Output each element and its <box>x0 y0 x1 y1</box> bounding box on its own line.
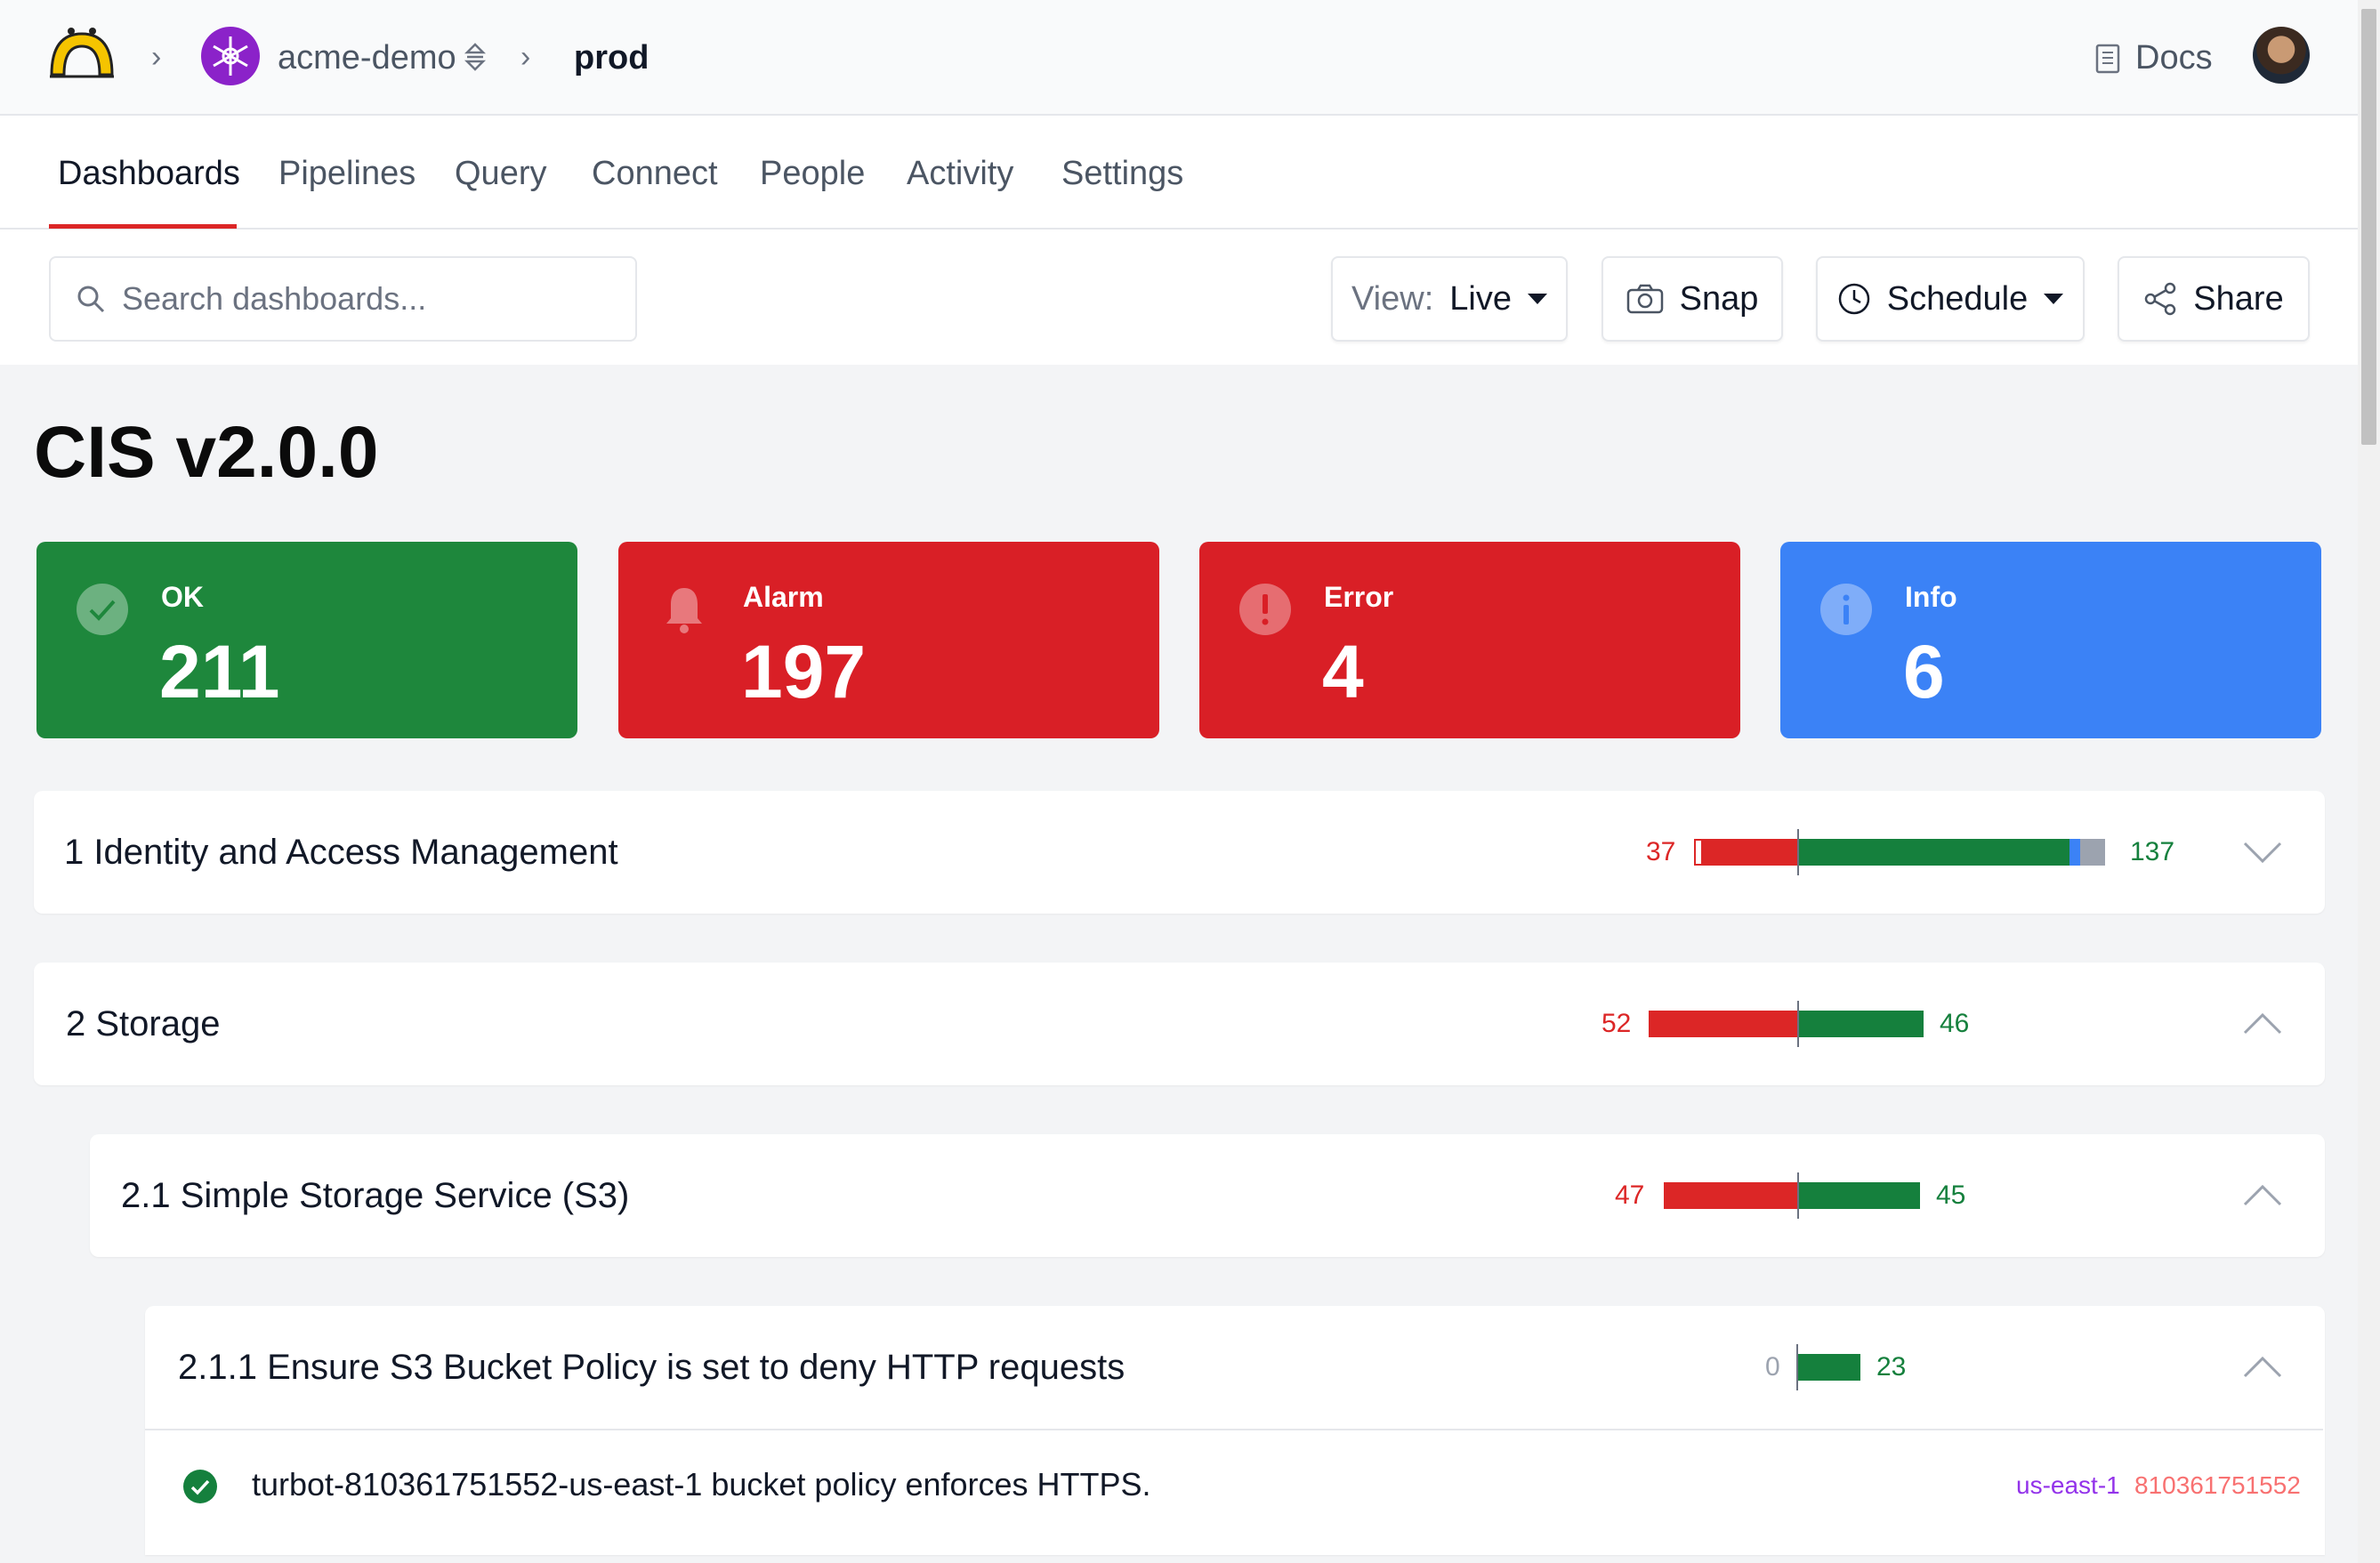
bell-icon <box>666 588 702 633</box>
alarm-count: 0 <box>1765 1352 1780 1382</box>
ok-count: 211 <box>159 630 280 713</box>
tab-people[interactable]: People <box>760 155 865 193</box>
ok-label: OK <box>161 581 204 613</box>
workspace-name[interactable]: prod <box>574 39 649 77</box>
check-circle-icon <box>183 1470 217 1503</box>
org-avatar[interactable] <box>201 27 260 85</box>
schedule-label: Schedule <box>1886 279 2029 318</box>
info-label: Info <box>1905 581 1957 613</box>
search-input[interactable] <box>122 280 620 318</box>
alarm-bar <box>1703 839 1797 866</box>
alarm-bar <box>1649 1011 1797 1037</box>
alarm-count: 37 <box>1646 837 1676 866</box>
tab-query[interactable]: Query <box>455 155 546 193</box>
ok-bar <box>1799 1011 1924 1037</box>
error-bar <box>1694 839 1703 866</box>
benchmark-row-1[interactable]: 1 Identity and Access Management 37 137 <box>34 791 2325 914</box>
logo-icon[interactable] <box>46 25 117 82</box>
alarm-bar <box>1664 1182 1797 1209</box>
snowflake-icon <box>213 36 248 76</box>
row-title: 2.1 Simple Storage Service (S3) <box>121 1176 630 1215</box>
search-icon <box>77 286 105 313</box>
region-dimension: us-east-1 <box>2016 1471 2120 1499</box>
tab-activity[interactable]: Activity <box>907 155 1013 193</box>
view-dropdown[interactable]: View: Live <box>1331 256 1568 342</box>
ok-count: 23 <box>1876 1352 1907 1382</box>
top-bar: › acme-demo › prod Docs <box>0 0 2358 116</box>
skip-bar <box>2080 839 2105 866</box>
info-bar <box>2069 839 2080 866</box>
row-title: 1 Identity and Access Management <box>64 833 618 872</box>
schedule-dropdown[interactable]: Schedule <box>1816 256 2085 342</box>
ok-bar <box>1799 1182 1920 1209</box>
error-summary-card[interactable]: Error 4 <box>1199 542 1740 738</box>
error-label: Error <box>1324 581 1394 613</box>
share-label: Share <box>2193 279 2284 318</box>
account-dimension: 810361751552 <box>2134 1471 2301 1499</box>
alarm-count: 47 <box>1615 1180 1645 1210</box>
toolbar: View: Live Snap Schedule <box>0 230 2358 365</box>
page-title: CIS v2.0.0 <box>34 412 379 493</box>
benchmark-row-2-1[interactable]: 2.1 Simple Storage Service (S3) 47 45 <box>90 1134 2325 1257</box>
chevron-down-icon[interactable] <box>2243 841 2282 864</box>
docs-link[interactable]: Docs <box>2094 39 2213 77</box>
info-count: 6 <box>1903 630 1945 713</box>
active-tab-indicator <box>49 224 237 229</box>
error-count: 4 <box>1322 630 1364 713</box>
chevron-right-icon: › <box>520 40 531 74</box>
ok-summary-card[interactable]: OK 211 <box>36 542 577 738</box>
snap-label: Snap <box>1679 279 1759 318</box>
ok-count: 45 <box>1936 1180 1966 1210</box>
vertical-scrollbar[interactable] <box>2358 0 2380 1563</box>
view-value: Live <box>1449 279 1512 318</box>
ok-count: 46 <box>1940 1009 1970 1038</box>
ok-bar <box>1799 839 2069 866</box>
snap-button[interactable]: Snap <box>1601 256 1783 342</box>
docs-label: Docs <box>2135 39 2213 77</box>
tab-pipelines[interactable]: Pipelines <box>278 155 415 193</box>
view-prefix: View: <box>1351 279 1434 318</box>
ok-bar <box>1798 1354 1860 1381</box>
exclamation-circle-icon <box>1239 584 1291 635</box>
check-circle-icon <box>77 584 128 635</box>
chevron-up-icon[interactable] <box>2243 1012 2282 1035</box>
alarm-summary-card[interactable]: Alarm 197 <box>618 542 1159 738</box>
chevron-up-icon[interactable] <box>2243 1356 2282 1379</box>
ok-count: 137 <box>2130 837 2175 866</box>
alarm-count: 197 <box>741 630 867 713</box>
tab-dashboards[interactable]: Dashboards <box>58 155 240 193</box>
share-icon <box>2145 282 2176 316</box>
alarm-count: 52 <box>1601 1009 1632 1038</box>
chevron-up-icon[interactable] <box>2243 1184 2282 1207</box>
caret-down-icon <box>2044 294 2064 304</box>
user-avatar[interactable] <box>2253 27 2310 84</box>
clock-icon <box>1838 283 1870 315</box>
tab-connect[interactable]: Connect <box>592 155 718 193</box>
book-icon <box>2095 44 2120 73</box>
benchmark-row-2[interactable]: 2 Storage 52 46 <box>34 963 2325 1085</box>
scrollbar-thumb[interactable] <box>2361 9 2376 445</box>
page: › acme-demo › prod Docs Dashboards Pipel… <box>0 0 2358 1563</box>
share-button[interactable]: Share <box>2118 256 2310 342</box>
row-title: 2.1.1 Ensure S3 Bucket Policy is set to … <box>178 1348 1125 1387</box>
org-name[interactable]: acme-demo <box>278 39 456 77</box>
camera-icon <box>1626 284 1663 314</box>
tab-bar: Dashboards Pipelines Query Connect Peopl… <box>0 116 2358 230</box>
chevron-right-icon: › <box>151 40 162 74</box>
tab-settings[interactable]: Settings <box>1061 155 1183 193</box>
result-row[interactable]: turbot-810361751552-us-east-1 bucket pol… <box>145 1429 2323 1540</box>
search-box <box>49 256 637 342</box>
info-circle-icon <box>1820 584 1872 635</box>
row-title: 2 Storage <box>66 1004 221 1043</box>
info-summary-card[interactable]: Info 6 <box>1780 542 2321 738</box>
caret-down-icon <box>1527 294 1547 304</box>
switch-org-icon[interactable] <box>463 39 488 75</box>
alarm-label: Alarm <box>743 581 824 613</box>
result-reason: turbot-810361751552-us-east-1 bucket pol… <box>252 1466 1151 1503</box>
